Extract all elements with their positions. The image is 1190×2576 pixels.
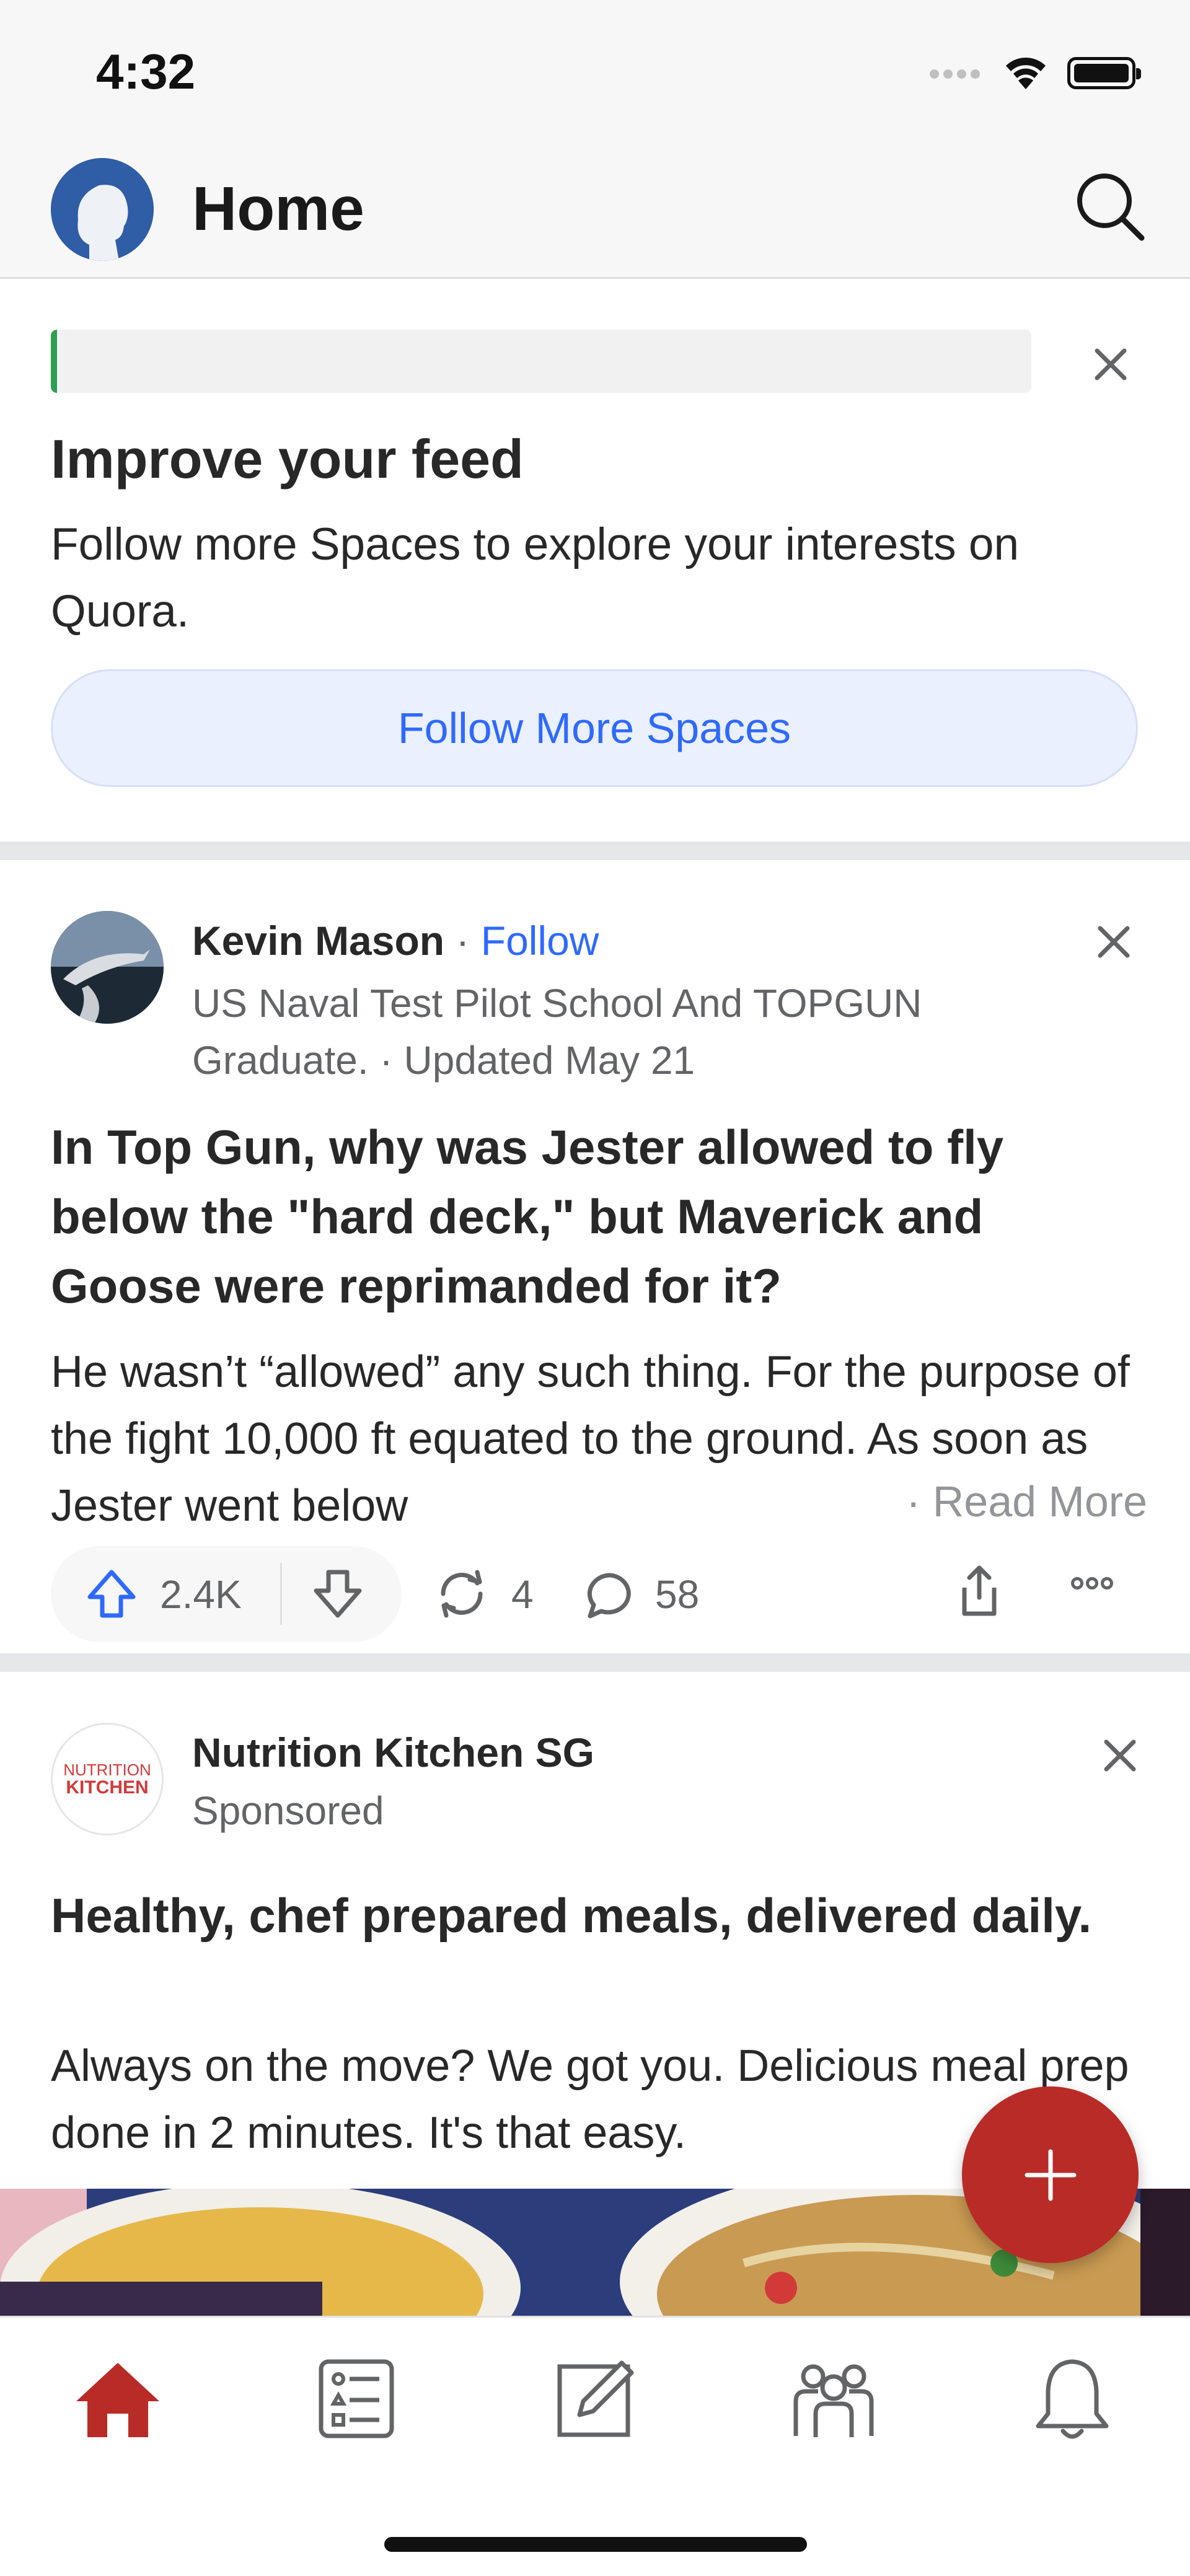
downvote-icon[interactable]	[310, 1566, 366, 1625]
profile-silhouette-icon	[51, 158, 154, 261]
close-icon[interactable]	[1086, 340, 1135, 389]
close-icon[interactable]	[1089, 917, 1139, 967]
vote-separator	[280, 1563, 282, 1625]
author-name[interactable]: Kevin Mason	[192, 918, 444, 964]
read-more-link[interactable]: · Read More	[906, 1477, 1147, 1526]
wifi-icon	[1002, 53, 1049, 94]
improve-feed-title: Improve your feed	[51, 428, 524, 490]
share-icon[interactable]	[954, 1563, 1004, 1622]
comment-icon[interactable]	[583, 1568, 638, 1627]
author-credential: US Naval Test Pilot School And TOPGUN Gr…	[192, 981, 922, 1083]
author-line: Kevin Mason · Follow	[192, 917, 599, 964]
comment-count: 58	[655, 1572, 700, 1617]
advertiser-logo-line2: KITCHEN	[66, 1777, 149, 1798]
nav-following[interactable]	[310, 2352, 403, 2445]
sponsored-label: Sponsored	[192, 1788, 384, 1833]
battery-icon	[1067, 57, 1141, 89]
profile-avatar[interactable]	[51, 158, 154, 261]
close-icon[interactable]	[1095, 1731, 1145, 1780]
advertiser-logo[interactable]: NUTRITION KITCHEN	[51, 1723, 164, 1835]
cellular-signal-icon	[930, 69, 984, 82]
list-icon	[319, 2359, 394, 2438]
reshare-count: 4	[511, 1572, 534, 1617]
search-icon[interactable]	[1072, 169, 1147, 243]
battery-level	[1074, 64, 1129, 82]
status-time: 4:32	[96, 44, 196, 99]
nav-spaces[interactable]	[787, 2352, 880, 2445]
ad-headline[interactable]: Healthy, chef prepared meals, delivered …	[51, 1881, 1142, 1950]
bell-icon	[1036, 2359, 1109, 2439]
nav-home[interactable]	[71, 2352, 164, 2445]
advertiser-name[interactable]: Nutrition Kitchen SG	[192, 1729, 594, 1776]
author-separator: ·	[444, 918, 481, 964]
people-icon	[793, 2364, 874, 2437]
advertiser-logo-line1: NUTRITION	[63, 1761, 151, 1779]
jet-photo-icon	[51, 911, 164, 1024]
home-indicator	[384, 2537, 807, 2552]
more-options-icon[interactable]	[1071, 1577, 1116, 1593]
edit-icon	[557, 2360, 634, 2437]
feed-divider	[0, 842, 1190, 860]
author-avatar[interactable]	[51, 911, 164, 1024]
improve-feed-description: Follow more Spaces to explore your inter…	[51, 519, 1020, 636]
app-header	[0, 143, 1190, 279]
nav-answer[interactable]	[549, 2352, 641, 2445]
feed-progress-bar	[51, 330, 1031, 393]
nav-notifications[interactable]	[1026, 2352, 1119, 2445]
plus-icon	[1025, 2149, 1076, 2200]
upvote-icon[interactable]	[84, 1566, 139, 1625]
upvote-count: 2.4K	[160, 1572, 242, 1617]
follow-link[interactable]: Follow	[481, 918, 599, 964]
add-post-button[interactable]	[962, 2086, 1139, 2263]
question-title[interactable]: In Top Gun, why was Jester allowed to fl…	[51, 1112, 1142, 1321]
home-icon	[76, 2363, 159, 2437]
feed-divider	[0, 1653, 1190, 1672]
page-title: Home	[192, 174, 364, 244]
reshare-icon[interactable]	[434, 1566, 490, 1625]
follow-more-spaces-button[interactable]: Follow More Spaces	[51, 669, 1138, 787]
feed-progress-fill	[51, 330, 57, 393]
